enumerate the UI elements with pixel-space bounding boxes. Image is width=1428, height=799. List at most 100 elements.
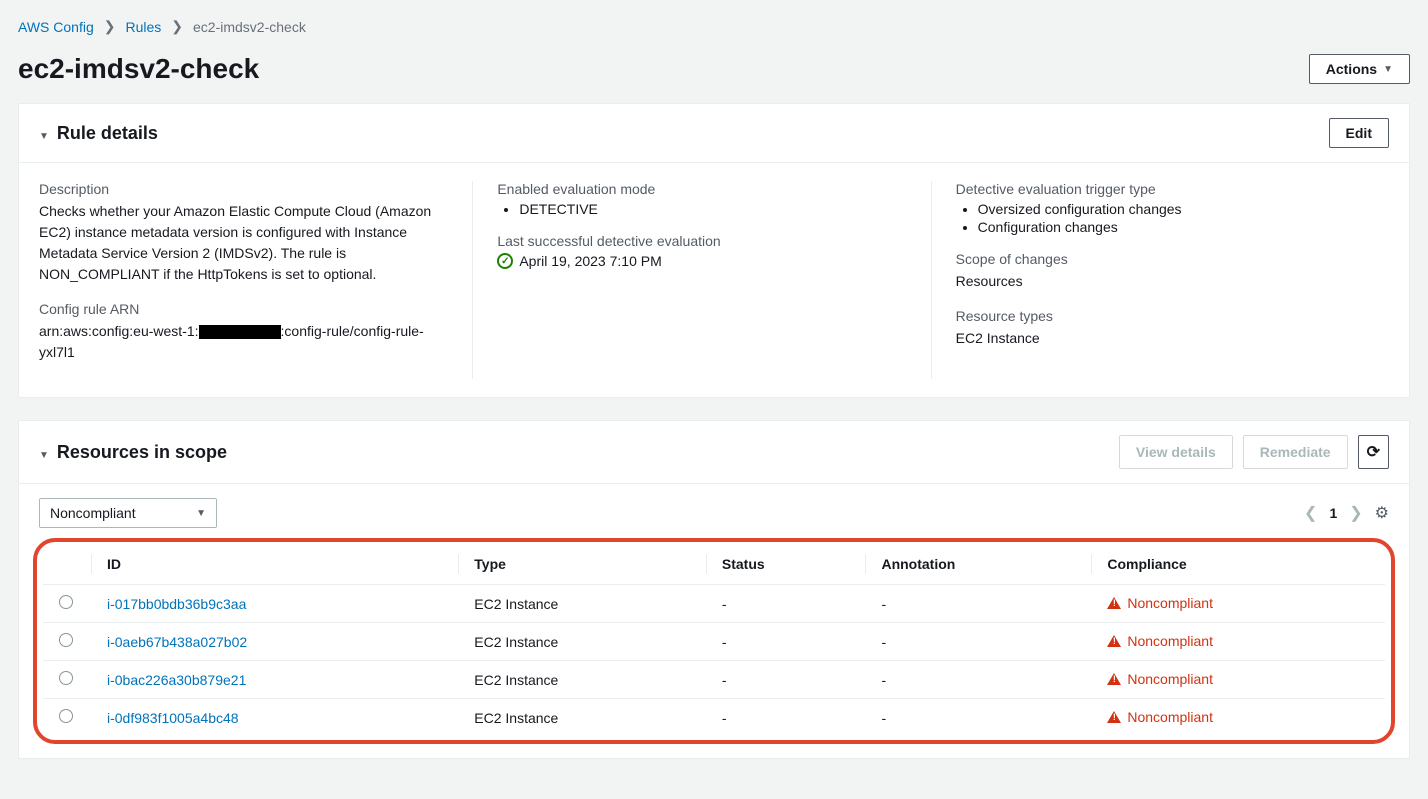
page-number: 1 — [1329, 505, 1337, 521]
compliance-text: Noncompliant — [1127, 671, 1213, 687]
page-next[interactable]: ❯ — [1349, 503, 1362, 523]
arn-label: Config rule ARN — [39, 301, 448, 317]
resource-compliance: Noncompliant — [1091, 661, 1385, 699]
resource-status: - — [706, 699, 866, 737]
resource-compliance: Noncompliant — [1091, 699, 1385, 737]
breadcrumb-root[interactable]: AWS Config — [18, 19, 94, 35]
resource-compliance: Noncompliant — [1091, 623, 1385, 661]
col-select — [43, 544, 91, 585]
breadcrumb-current: ec2-imdsv2-check — [193, 19, 306, 35]
compliance-text: Noncompliant — [1127, 709, 1213, 725]
collapse-icon — [39, 123, 49, 144]
compliance-filter-value: Noncompliant — [50, 505, 136, 521]
eval-mode-list: DETECTIVE — [497, 201, 906, 217]
page-header: ec2-imdsv2-check Actions ▼ — [18, 53, 1410, 85]
rule-details-title[interactable]: Rule details — [39, 123, 158, 144]
resource-annotation: - — [865, 661, 1091, 699]
resources-toolbar: Noncompliant ▼ ❮ 1 ❯ ⚙ — [19, 484, 1409, 528]
compliance-text: Noncompliant — [1127, 633, 1213, 649]
resources-header: Resources in scope View details Remediat… — [19, 421, 1409, 484]
table-row: i-0bac226a30b879e21EC2 Instance--Noncomp… — [43, 661, 1385, 699]
page-title: ec2-imdsv2-check — [18, 53, 259, 85]
rule-details-col-2: Enabled evaluation mode DETECTIVE Last s… — [472, 181, 930, 379]
redacted-account-id — [199, 325, 281, 339]
resources-panel: Resources in scope View details Remediat… — [18, 420, 1410, 759]
description-value: Checks whether your Amazon Elastic Compu… — [39, 201, 448, 285]
warning-icon — [1107, 597, 1121, 609]
row-radio[interactable] — [59, 633, 73, 647]
resource-status: - — [706, 661, 866, 699]
rule-details-body: Description Checks whether your Amazon E… — [19, 163, 1409, 397]
refresh-button[interactable]: ⟳ — [1358, 435, 1389, 469]
compliance-filter-select[interactable]: Noncompliant ▼ — [39, 498, 217, 528]
rule-details-title-text: Rule details — [57, 123, 158, 144]
rule-details-col-1: Description Checks whether your Amazon E… — [39, 181, 472, 379]
trigger-list: Oversized configuration changes Configur… — [956, 201, 1365, 235]
actions-label: Actions — [1326, 61, 1377, 77]
arn-prefix: arn:aws:config:eu-west-1: — [39, 323, 199, 339]
resource-id-link[interactable]: i-017bb0bdb36b9c3aa — [107, 596, 246, 612]
resource-type: EC2 Instance — [458, 699, 706, 737]
trigger-label: Detective evaluation trigger type — [956, 181, 1365, 197]
row-radio[interactable] — [59, 671, 73, 685]
remediate-button[interactable]: Remediate — [1243, 435, 1348, 469]
col-annotation[interactable]: Annotation — [865, 544, 1091, 585]
resource-id-link[interactable]: i-0df983f1005a4bc48 — [107, 710, 239, 726]
last-eval-label: Last successful detective evaluation — [497, 233, 906, 249]
last-eval-value: April 19, 2023 7:10 PM — [519, 253, 661, 269]
rule-details-col-3: Detective evaluation trigger type Oversi… — [931, 181, 1389, 379]
resource-id-link[interactable]: i-0aeb67b438a027b02 — [107, 634, 247, 650]
eval-mode-label: Enabled evaluation mode — [497, 181, 906, 197]
col-compliance[interactable]: Compliance — [1091, 544, 1385, 585]
scope-label: Scope of changes — [956, 251, 1365, 267]
trigger-value-0: Oversized configuration changes — [978, 201, 1365, 217]
resource-annotation: - — [865, 699, 1091, 737]
resources-title-text: Resources in scope — [57, 442, 227, 463]
success-icon — [497, 253, 513, 269]
chevron-right-icon: ❯ — [171, 18, 183, 35]
eval-mode-value: DETECTIVE — [519, 201, 906, 217]
table-row: i-0aeb67b438a027b02EC2 Instance--Noncomp… — [43, 623, 1385, 661]
row-radio[interactable] — [59, 709, 73, 723]
resources-title[interactable]: Resources in scope — [39, 442, 227, 463]
resource-compliance: Noncompliant — [1091, 585, 1385, 623]
resource-type: EC2 Instance — [458, 623, 706, 661]
breadcrumb-rules[interactable]: Rules — [125, 19, 161, 35]
resource-annotation: - — [865, 585, 1091, 623]
edit-button[interactable]: Edit — [1329, 118, 1389, 148]
page-prev[interactable]: ❮ — [1304, 503, 1317, 523]
rule-details-panel: Rule details Edit Description Checks whe… — [18, 103, 1410, 398]
resource-types-value: EC2 Instance — [956, 328, 1365, 349]
col-status[interactable]: Status — [706, 544, 866, 585]
arn-value: arn:aws:config:eu-west-1::config-rule/co… — [39, 321, 448, 363]
breadcrumb: AWS Config ❯ Rules ❯ ec2-imdsv2-check — [18, 18, 1410, 35]
resource-type: EC2 Instance — [458, 661, 706, 699]
trigger-value-1: Configuration changes — [978, 219, 1365, 235]
resources-actions: View details Remediate ⟳ — [1119, 435, 1389, 469]
resources-table-highlight: ID Type Status Annotation Compliance i-0… — [33, 538, 1395, 744]
chevron-down-icon: ▼ — [196, 508, 206, 519]
view-details-button[interactable]: View details — [1119, 435, 1233, 469]
actions-button[interactable]: Actions ▼ — [1309, 54, 1410, 84]
col-id[interactable]: ID — [91, 544, 458, 585]
row-radio[interactable] — [59, 595, 73, 609]
resource-status: - — [706, 623, 866, 661]
resource-annotation: - — [865, 623, 1091, 661]
resource-status: - — [706, 585, 866, 623]
description-label: Description — [39, 181, 448, 197]
table-row: i-0df983f1005a4bc48EC2 Instance--Noncomp… — [43, 699, 1385, 737]
chevron-right-icon: ❯ — [104, 18, 116, 35]
settings-gear-icon[interactable]: ⚙ — [1375, 503, 1389, 523]
warning-icon — [1107, 635, 1121, 647]
collapse-icon — [39, 442, 49, 463]
scope-value: Resources — [956, 271, 1365, 292]
refresh-icon: ⟳ — [1367, 442, 1380, 462]
pager: ❮ 1 ❯ ⚙ — [1304, 503, 1389, 523]
last-eval-row: April 19, 2023 7:10 PM — [497, 253, 906, 269]
col-type[interactable]: Type — [458, 544, 706, 585]
caret-down-icon: ▼ — [1383, 64, 1393, 75]
resource-id-link[interactable]: i-0bac226a30b879e21 — [107, 672, 246, 688]
table-header-row: ID Type Status Annotation Compliance — [43, 544, 1385, 585]
warning-icon — [1107, 711, 1121, 723]
resource-types-label: Resource types — [956, 308, 1365, 324]
